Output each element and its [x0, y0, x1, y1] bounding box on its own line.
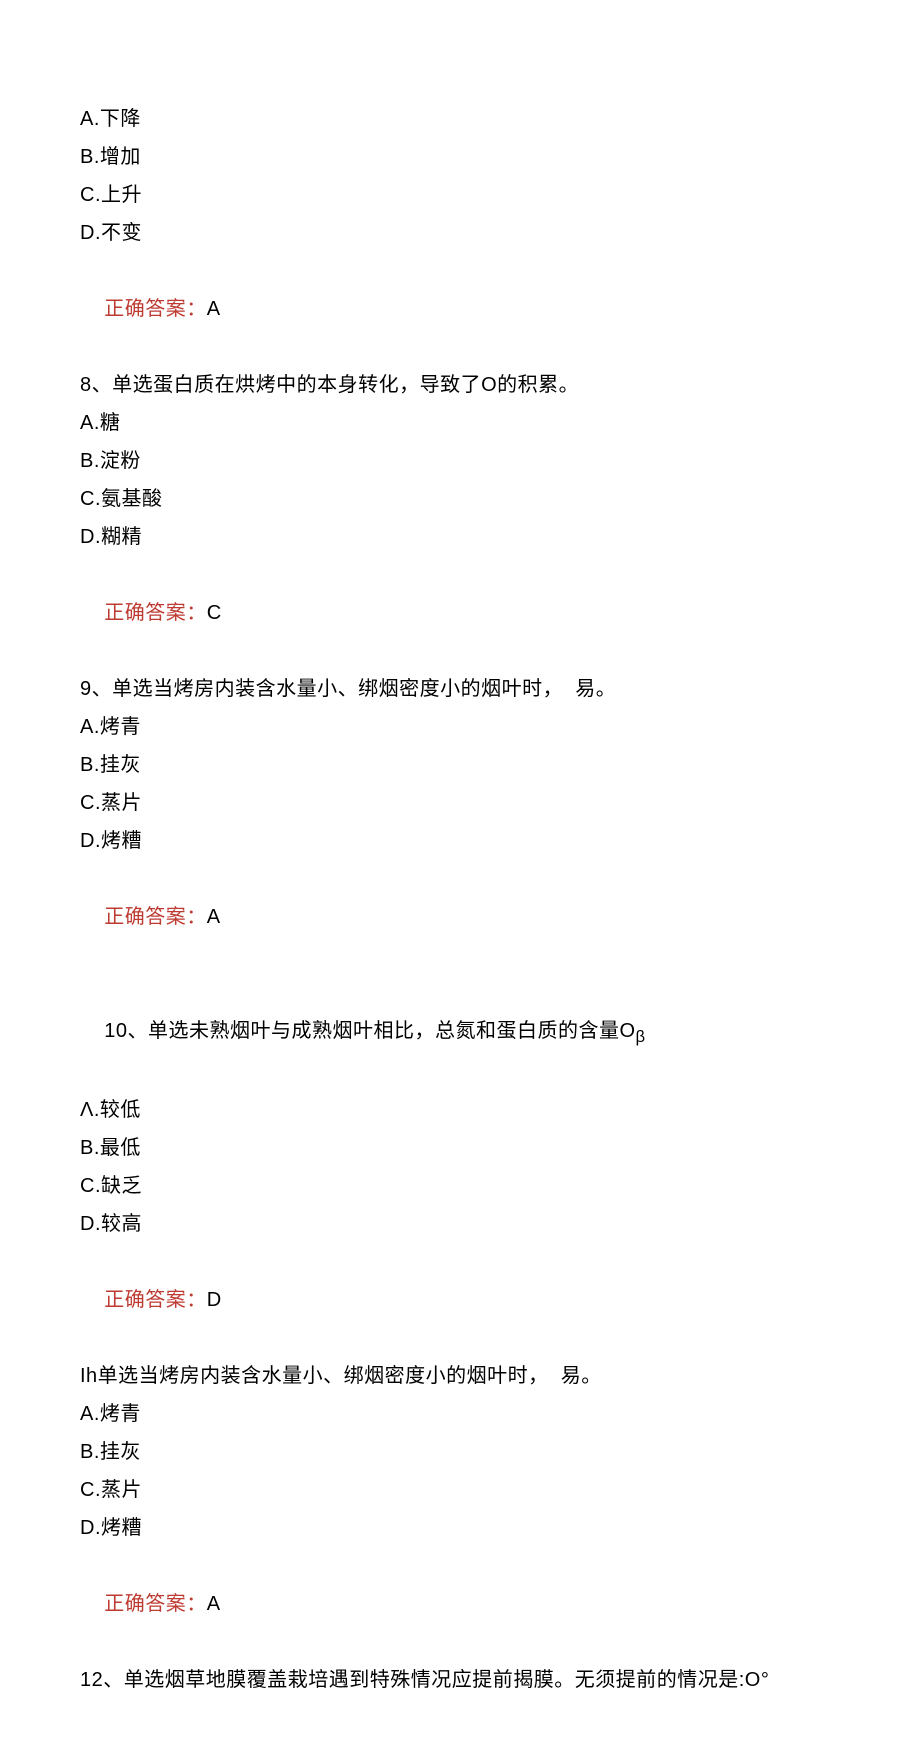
q8-answer-label: 正确答案：: [104, 602, 207, 624]
q10-answer: 正确答案：D: [80, 1243, 840, 1357]
q7-option-b: B.增加: [80, 138, 840, 176]
q11-option-a: A.烤青: [80, 1395, 840, 1433]
q8-stem: 8、单选蛋白质在烘烤中的本身转化，导致了O的积累。: [80, 366, 840, 404]
q10-option-b: B.最低: [80, 1129, 840, 1167]
q11-answer-value: A: [207, 1593, 221, 1615]
q10-answer-value: D: [207, 1289, 222, 1311]
q10-stem: 10、单选未熟烟叶与成熟烟叶相比，总氮和蛋白质的含量Oβ: [80, 974, 840, 1091]
q9-answer: 正确答案：A: [80, 860, 840, 974]
q10-option-a: Λ.较低: [80, 1091, 840, 1129]
q10-stem-sub: β: [636, 1027, 646, 1046]
q7-option-c: C.上升: [80, 176, 840, 214]
q9-stem: 9、单选当烤房内装含水量小、绑烟密度小的烟叶时， 易。: [80, 670, 840, 708]
q11-option-b: B.挂灰: [80, 1433, 840, 1471]
q11-answer: 正确答案：A: [80, 1547, 840, 1661]
q9-option-a: A.烤青: [80, 708, 840, 746]
q7-answer: 正确答案：A: [80, 252, 840, 366]
q12-stem: 12、单选烟草地膜覆盖栽培遇到特殊情况应提前揭膜。无须提前的情况是:O°: [80, 1661, 840, 1699]
q8-option-b: B.淀粉: [80, 442, 840, 480]
q9-option-b: B.挂灰: [80, 746, 840, 784]
q7-answer-value: A: [207, 298, 221, 320]
q11-option-c: C.蒸片: [80, 1471, 840, 1509]
q7-answer-label: 正确答案：: [104, 298, 207, 320]
q9-answer-label: 正确答案：: [104, 906, 207, 928]
q7-option-a: A.下降: [80, 100, 840, 138]
q9-answer-value: A: [207, 906, 221, 928]
q8-option-c: C.氨基酸: [80, 480, 840, 518]
q8-option-a: A.糖: [80, 404, 840, 442]
document-page: A.下降 B.增加 C.上升 D.不变 正确答案：A 8、单选蛋白质在烘烤中的本…: [0, 0, 920, 1759]
q10-option-c: C.缺乏: [80, 1167, 840, 1205]
q10-option-d: D.较高: [80, 1205, 840, 1243]
q8-answer-value: C: [207, 602, 222, 624]
q7-option-d: D.不变: [80, 214, 840, 252]
q8-option-d: D.糊精: [80, 518, 840, 556]
q8-answer: 正确答案：C: [80, 556, 840, 670]
q11-answer-label: 正确答案：: [104, 1593, 207, 1615]
q9-option-c: C.蒸片: [80, 784, 840, 822]
q10-answer-label: 正确答案：: [104, 1289, 207, 1311]
q10-stem-text: 10、单选未熟烟叶与成熟烟叶相比，总氮和蛋白质的含量O: [104, 1020, 635, 1042]
q11-option-d: D.烤糟: [80, 1509, 840, 1547]
q9-option-d: D.烤糟: [80, 822, 840, 860]
q11-stem: Ih单选当烤房内装含水量小、绑烟密度小的烟叶时， 易。: [80, 1357, 840, 1395]
